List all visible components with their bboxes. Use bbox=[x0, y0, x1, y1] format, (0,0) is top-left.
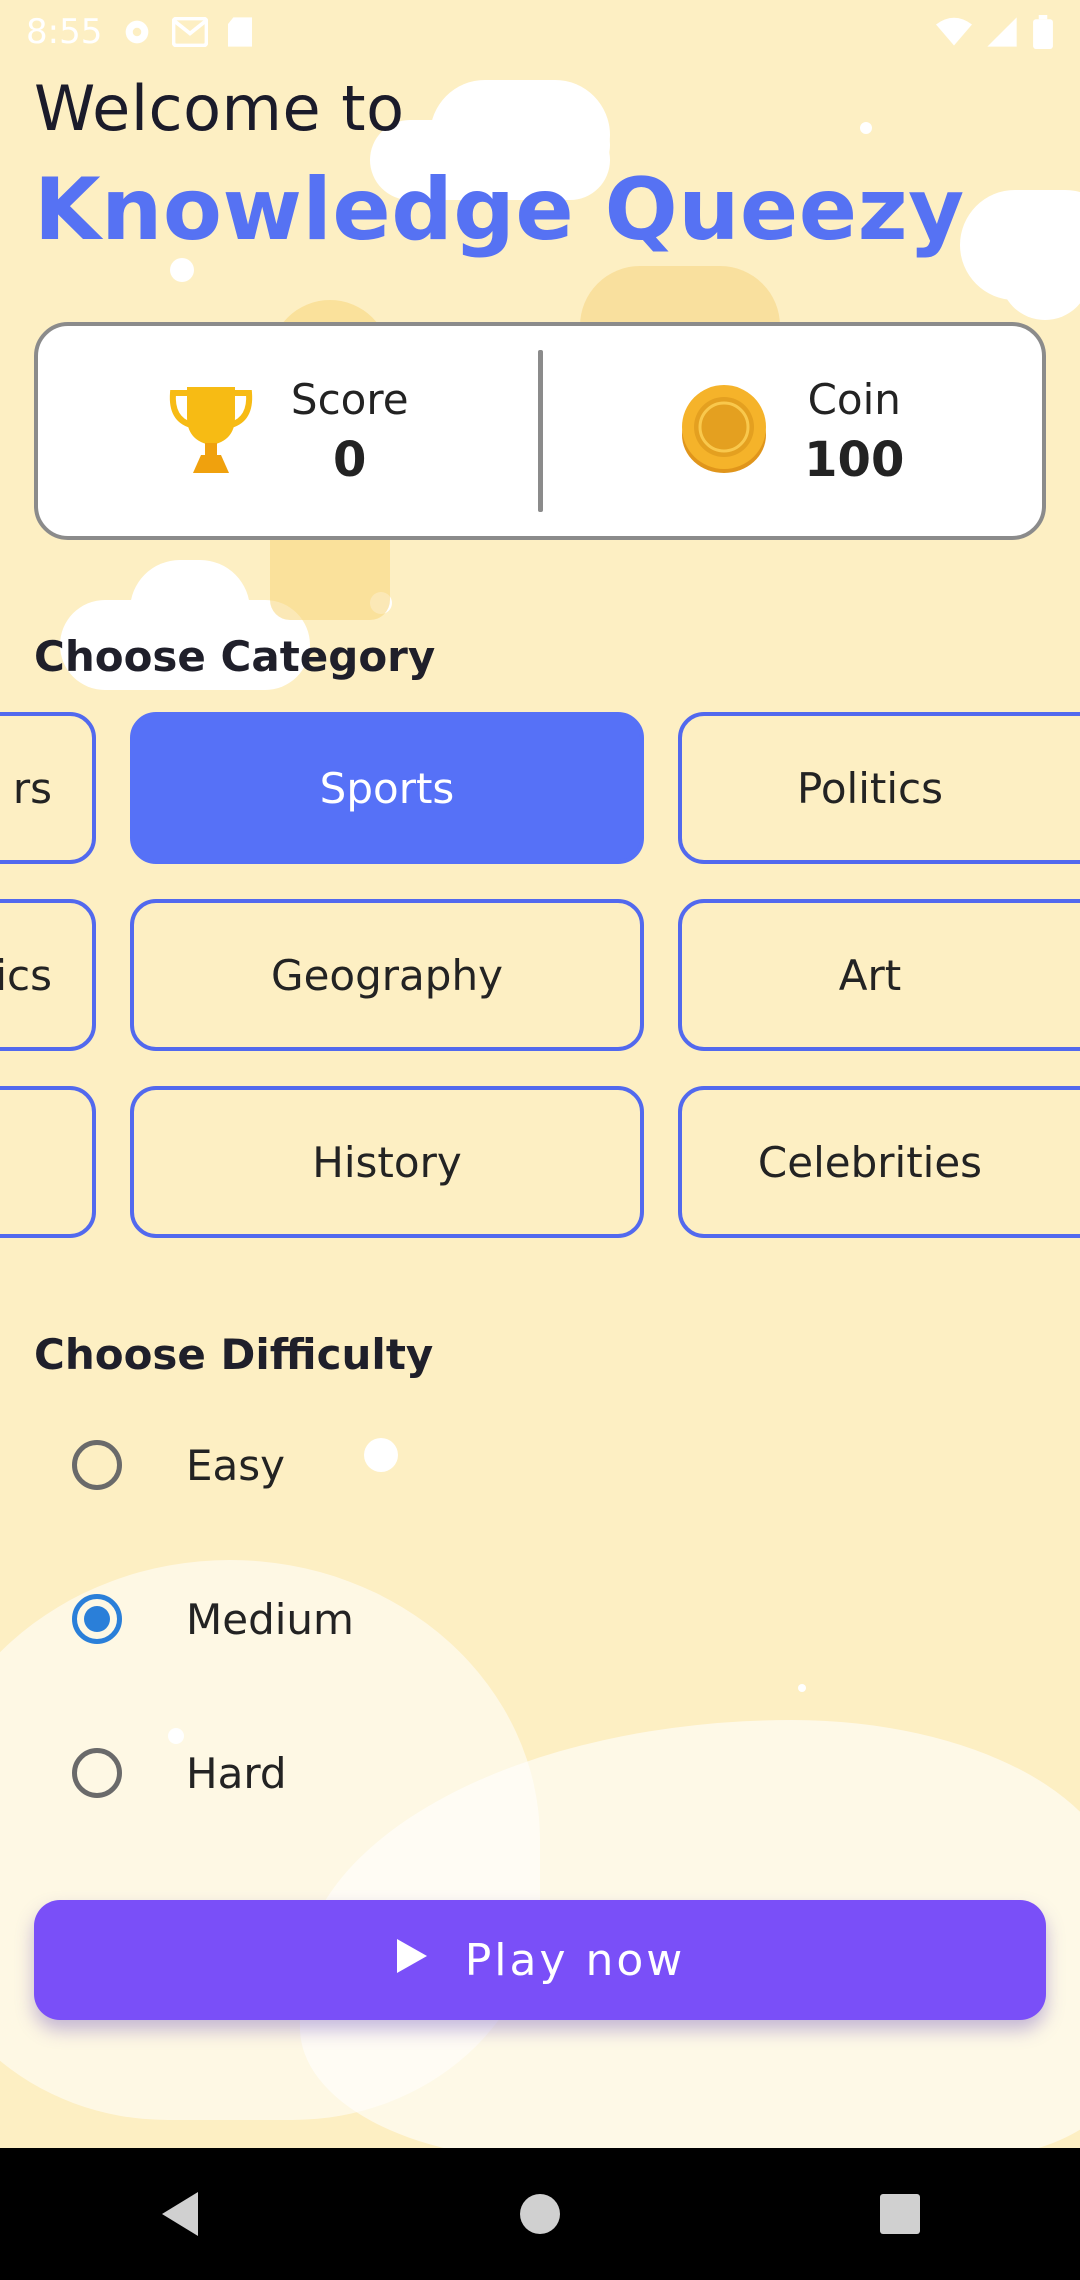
difficulty-title: Choose Difficulty bbox=[34, 1330, 434, 1379]
difficulty-option-hard[interactable]: Hard bbox=[72, 1748, 287, 1798]
back-icon[interactable] bbox=[120, 2164, 240, 2264]
app-name-title: Knowledge Queezy bbox=[34, 160, 965, 260]
sd-card-icon bbox=[226, 16, 254, 48]
category-button-partial-2[interactable]: tics bbox=[0, 899, 96, 1051]
difficulty-option-medium[interactable]: Medium bbox=[72, 1594, 354, 1644]
category-button-celebrities[interactable]: Celebrities bbox=[678, 1086, 1080, 1238]
radio-medium[interactable] bbox=[72, 1594, 122, 1644]
coin-icon bbox=[680, 383, 768, 479]
radio-easy[interactable] bbox=[72, 1440, 122, 1490]
navigation-bar bbox=[0, 2148, 1080, 2280]
battery-icon bbox=[1032, 15, 1054, 49]
category-button-partial-3[interactable] bbox=[0, 1086, 96, 1238]
category-button-art[interactable]: Art bbox=[678, 899, 1080, 1051]
play-icon bbox=[395, 1935, 429, 1986]
category-title: Choose Category bbox=[34, 632, 436, 681]
coin-section: Coin 100 bbox=[543, 375, 1043, 488]
category-button-partial-1[interactable]: rs bbox=[0, 712, 96, 864]
radio-hard[interactable] bbox=[72, 1748, 122, 1798]
score-card: Score 0 Coin 100 bbox=[34, 322, 1046, 540]
radio-label-medium: Medium bbox=[186, 1594, 354, 1644]
radio-label-easy: Easy bbox=[186, 1440, 286, 1490]
radio-label-hard: Hard bbox=[186, 1748, 287, 1798]
score-value: 0 bbox=[333, 431, 367, 488]
score-section: Score 0 bbox=[38, 375, 538, 488]
category-button-politics[interactable]: Politics bbox=[678, 712, 1080, 864]
home-icon[interactable] bbox=[480, 2164, 600, 2264]
coin-value: 100 bbox=[804, 431, 905, 488]
difficulty-option-easy[interactable]: Easy bbox=[72, 1440, 285, 1490]
signal-icon bbox=[986, 16, 1018, 48]
status-time: 8:55 bbox=[26, 12, 103, 52]
category-button-history[interactable]: History bbox=[130, 1086, 644, 1238]
welcome-text: Welcome to bbox=[34, 72, 405, 145]
status-bar: 8:55 bbox=[0, 0, 1080, 64]
coin-label: Coin bbox=[807, 374, 901, 424]
settings-icon bbox=[120, 15, 154, 49]
category-button-geography[interactable]: Geography bbox=[130, 899, 644, 1051]
gmail-icon bbox=[172, 17, 209, 47]
play-now-button[interactable]: Play now bbox=[34, 1900, 1046, 2020]
trophy-icon bbox=[167, 383, 255, 479]
recents-icon[interactable] bbox=[840, 2164, 960, 2264]
score-label: Score bbox=[290, 374, 409, 424]
wifi-icon bbox=[936, 17, 972, 47]
play-now-label: Play now bbox=[464, 1934, 686, 1986]
category-button-sports[interactable]: Sports bbox=[130, 712, 644, 864]
